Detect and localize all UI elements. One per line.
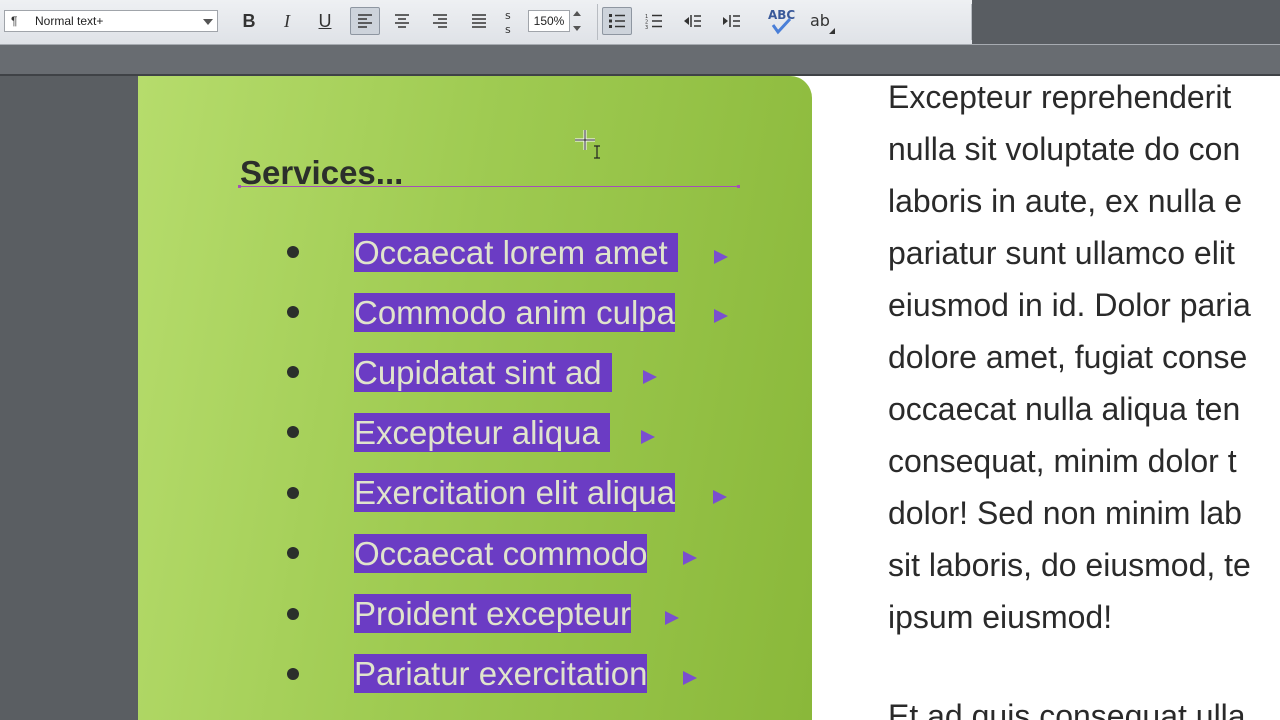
list-item-text[interactable]: Proident excepteur: [354, 594, 632, 633]
line-spacing-button[interactable]: ss: [496, 7, 520, 35]
align-left-button[interactable]: [350, 7, 380, 35]
toolbar-separator: [597, 4, 598, 40]
bullet-icon: [287, 366, 299, 378]
bullet-icon: [287, 608, 299, 620]
next-paragraph[interactable]: Et ad quis consequat ulla: [888, 696, 1280, 720]
pilcrow-icon: ¶: [11, 14, 18, 28]
body-line: pariatur sunt ullamco elit: [888, 235, 1235, 271]
spellcheck-label: ABC: [768, 8, 795, 22]
body-line: eiusmod in id. Dolor paria: [888, 287, 1251, 323]
svg-text:3: 3: [645, 25, 648, 29]
body-line: dolore amet, fugiat conse: [888, 339, 1248, 375]
text-cursor-icon: [575, 130, 600, 159]
list-item-text[interactable]: Cupidatat sint ad: [354, 353, 612, 392]
justify-icon: [472, 14, 486, 28]
body-line: laboris in aute, ex nulla e: [888, 183, 1242, 219]
bullet-icon: [287, 246, 299, 258]
svg-text:s: s: [505, 23, 511, 35]
bullet-icon: [287, 487, 299, 499]
body-line: ipsum eiusmod!: [888, 599, 1113, 635]
bullet-list-button[interactable]: [602, 7, 632, 35]
paragraph-style-value: Normal text+: [35, 14, 104, 28]
bullet-icon: [287, 547, 299, 559]
text-frame-baseline: [238, 185, 740, 188]
paragraph-style-dropdown[interactable]: ¶ Normal text+: [4, 10, 218, 32]
text-overflow-marker-icon: [714, 309, 728, 323]
line-spacing-icon: ss: [505, 9, 511, 35]
body-line: occaecat nulla aliqua ten: [888, 391, 1241, 427]
spellcheck-icon: ABC: [768, 8, 795, 35]
bullet-icon: [287, 426, 299, 438]
indent-icon: [723, 15, 740, 27]
list-item-text[interactable]: Occaecat commodo: [354, 534, 648, 573]
outdent-icon: [684, 15, 701, 27]
align-right-icon: [433, 14, 447, 28]
text-overflow-marker-icon: [643, 370, 657, 384]
body-line: Excepteur reprehenderit: [888, 79, 1232, 115]
zoom-field[interactable]: 150%: [528, 10, 570, 32]
body-line: nulla sit voluptate do con: [888, 131, 1241, 167]
body-paragraph[interactable]: Excepteur reprehenderit nulla sit volupt…: [888, 71, 1280, 643]
abbreviation-label: ab: [810, 11, 830, 30]
text-overflow-marker-icon: [683, 551, 697, 565]
body-line: sit laboris, do eiusmod, te: [888, 547, 1251, 583]
align-center-button[interactable]: [387, 7, 417, 35]
abbreviation-icon: ab: [810, 11, 835, 34]
text-overflow-marker-icon: [665, 611, 679, 625]
zoom-increase-icon[interactable]: [573, 11, 581, 16]
next-paragraph-text: Et ad quis consequat ulla: [888, 698, 1246, 720]
text-overflow-marker-icon: [713, 490, 727, 504]
numbered-list-icon: 123: [645, 14, 662, 29]
increase-indent-button[interactable]: [716, 7, 746, 35]
list-item-text[interactable]: Occaecat lorem amet: [354, 233, 678, 272]
list-item-text[interactable]: Commodo anim culpa: [354, 293, 675, 332]
bold-button[interactable]: B: [234, 7, 264, 35]
chevron-down-icon[interactable]: [203, 19, 213, 25]
list-item-text[interactable]: Exercitation elit aliqua: [354, 473, 676, 512]
text-overflow-marker-icon: [683, 671, 697, 685]
toolbar-empty-region: [972, 0, 1280, 44]
italic-button[interactable]: I: [272, 7, 302, 35]
bullet-icon: [287, 668, 299, 680]
autocorrect-button[interactable]: ab: [806, 7, 838, 35]
formatting-toolbar: ¶ Normal text+ B I U ss 150% 123 ABC ab: [0, 0, 1280, 45]
list-item-text[interactable]: Pariatur exercitation: [354, 654, 648, 693]
svg-text:s: s: [505, 9, 511, 22]
body-line: dolor! Sed non minim lab: [888, 495, 1242, 531]
align-center-icon: [395, 14, 409, 28]
text-overflow-marker-icon: [714, 250, 728, 264]
text-overflow-marker-icon: [641, 430, 655, 444]
body-line: consequat, minim dolor t: [888, 443, 1237, 479]
underline-button[interactable]: U: [310, 7, 340, 35]
numbered-list-button[interactable]: 123: [639, 7, 669, 35]
decrease-indent-button[interactable]: [677, 7, 707, 35]
justify-button[interactable]: [464, 7, 494, 35]
zoom-decrease-icon[interactable]: [573, 26, 581, 31]
bullet-list-icon: [609, 14, 625, 28]
align-left-icon: [358, 14, 372, 28]
align-right-button[interactable]: [425, 7, 455, 35]
bullet-icon: [287, 306, 299, 318]
spellcheck-button[interactable]: ABC: [762, 7, 798, 35]
list-item-text[interactable]: Excepteur aliqua: [354, 413, 610, 452]
